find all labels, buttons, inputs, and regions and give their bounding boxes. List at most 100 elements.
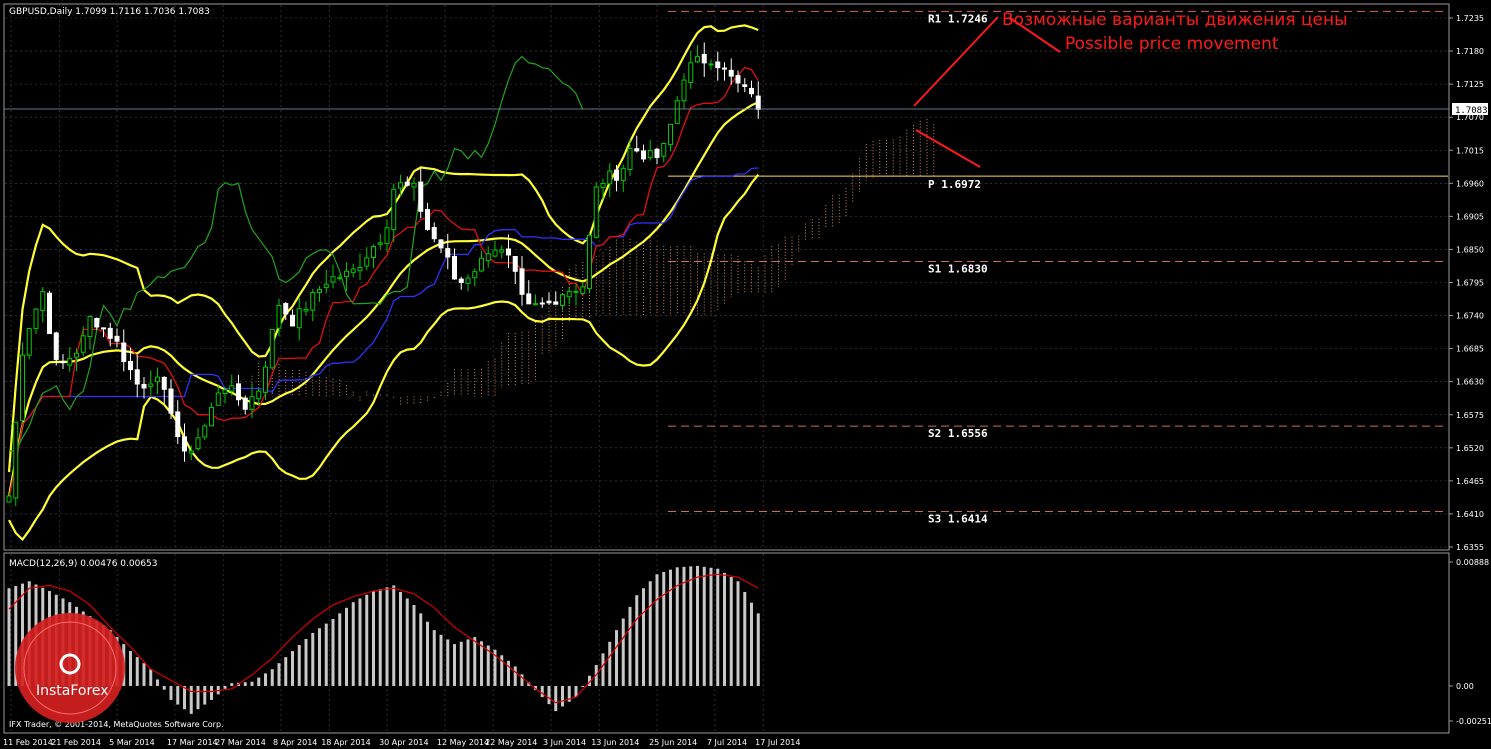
candle-body (533, 303, 538, 306)
candle-body (445, 248, 451, 258)
macd-bar (291, 651, 294, 686)
macd-bar (412, 604, 416, 686)
candle-body (674, 100, 680, 124)
candle-body (512, 256, 518, 272)
candle-body (67, 357, 73, 366)
candle-body (465, 277, 471, 284)
time-tick-label: 8 Apr 2014 (273, 738, 317, 747)
candle-body (620, 167, 626, 181)
price-tick-label: 1.6630 (1456, 378, 1484, 387)
time-tick-label: 11 Feb 2014 (3, 738, 53, 747)
macd-bar (642, 588, 645, 686)
candle-body (175, 411, 181, 438)
macd-bar (318, 628, 321, 686)
price-tick-label: 1.7125 (1456, 80, 1484, 89)
candle-body (384, 227, 390, 245)
time-axis: 11 Feb 201421 Feb 2014 5 Mar 2014 17 Mar 2… (3, 738, 800, 747)
candle-body (647, 149, 653, 159)
price-tick-label: 1.6410 (1456, 510, 1484, 519)
candle-body (263, 366, 268, 393)
candle-body (688, 62, 694, 83)
price-tick-label: 1.7180 (1456, 47, 1484, 56)
instaforex-logo: InstaForex (15, 613, 125, 723)
candle-body (607, 170, 613, 185)
macd-bar (378, 589, 382, 686)
candle-body (53, 332, 59, 360)
macd-bar (540, 685, 544, 698)
time-tick-label: 5 Mar 2014 (109, 738, 155, 747)
annotation-ru: Возможные варианты движения цены (1002, 10, 1348, 30)
candle-body (141, 383, 147, 389)
candle-body (506, 248, 511, 256)
candle-body (350, 268, 356, 273)
time-tick-label: 30 Apr 2014 (379, 738, 428, 747)
candle-body (755, 95, 761, 110)
macd-tick-label: 0.00 (1456, 682, 1474, 691)
candle-body (148, 383, 154, 388)
price-tick-label: 1.6795 (1456, 279, 1484, 288)
macd-tick-label: -0.00251 (1456, 717, 1491, 726)
macd-bar (324, 623, 328, 686)
macd-bar (331, 618, 335, 686)
price-tick-label: 1.6685 (1456, 345, 1484, 354)
macd-bar (176, 685, 180, 705)
macd-bar (351, 602, 355, 686)
time-tick-label: 25 Jun 2014 (649, 738, 697, 747)
macd-bar (709, 567, 713, 686)
candle-body (526, 293, 532, 305)
macd-bar (702, 566, 706, 686)
candle-body (715, 61, 721, 69)
macd-bar (621, 618, 625, 686)
macd-bar (459, 641, 463, 686)
candle-body (236, 383, 241, 401)
candle-body (229, 385, 235, 392)
macd-bar (480, 641, 483, 686)
candle-body (344, 270, 349, 278)
candle-body (134, 369, 140, 385)
macd-bar (203, 685, 207, 705)
candle-body (101, 327, 106, 330)
candle-body (114, 335, 120, 342)
macd-bar (743, 591, 747, 686)
candle-body (492, 249, 498, 257)
macd-bar (338, 613, 342, 686)
macd-bar (142, 663, 146, 686)
candle-body (283, 303, 289, 315)
time-tick-label: 12 May 2014 (437, 738, 489, 747)
candle-body (560, 294, 565, 306)
macd-bar (277, 663, 281, 686)
macd-bar (628, 606, 632, 686)
macd-bar (419, 613, 423, 686)
candle-body (6, 495, 12, 503)
candle-body (479, 257, 484, 272)
macd-bar (189, 685, 193, 714)
price-tick-label: 1.7015 (1456, 146, 1484, 155)
macd-bar (304, 638, 308, 686)
price-tick-label: 1.6520 (1456, 444, 1484, 453)
candle-body (452, 255, 457, 280)
candle-body (398, 182, 403, 189)
pivot-label: R1 1.7246 (928, 12, 988, 25)
candle-body (485, 253, 491, 262)
macd-bar (372, 591, 375, 686)
macd-bar (581, 685, 585, 687)
candle-body (310, 291, 316, 311)
macd-bar (453, 644, 456, 686)
candle-body (708, 63, 714, 66)
macd-bar (513, 666, 517, 686)
candle-body (209, 406, 214, 427)
price-tick-label: 1.6850 (1456, 245, 1484, 254)
macd-bar (547, 685, 551, 705)
macd-bar (243, 682, 247, 686)
time-tick-label: 18 Apr 2014 (321, 738, 370, 747)
macd-bar (149, 669, 153, 686)
macd-bar (655, 574, 659, 686)
candle-body (20, 354, 25, 422)
time-tick-label: 3 Jun 2014 (543, 738, 586, 747)
pivot-label: P 1.6972 (928, 178, 981, 191)
candle-body (276, 305, 282, 329)
candle-body (26, 328, 32, 356)
candle-body (242, 397, 248, 410)
candle-body (519, 268, 525, 295)
macd-bar (129, 651, 132, 686)
